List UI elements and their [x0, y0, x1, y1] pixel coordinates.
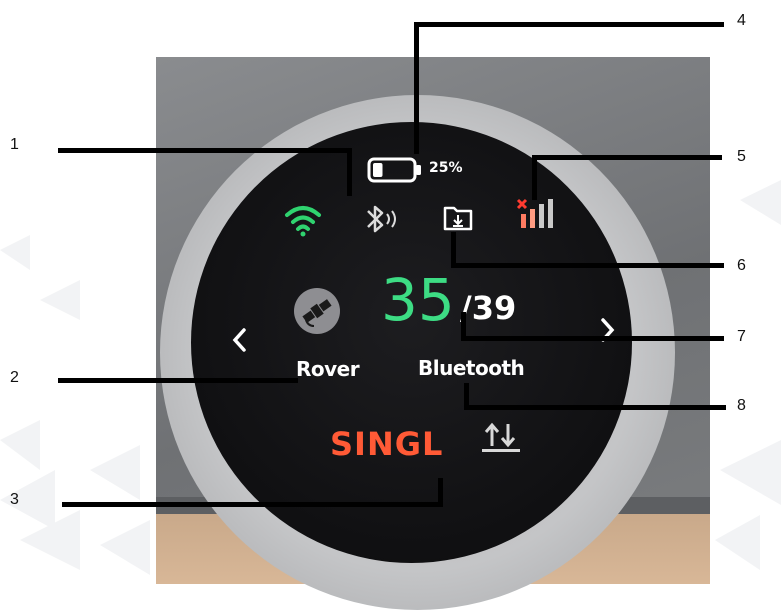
callout-1-label: 1 [10, 136, 19, 153]
satellite-icon [294, 288, 340, 334]
callout-4-vertical-line [414, 22, 419, 154]
callout-3-label: 3 [10, 491, 19, 508]
callout-5-label: 5 [737, 148, 746, 165]
callout-7-label: 7 [737, 328, 746, 345]
callout-2-label: 2 [10, 369, 19, 386]
callout-7-horizontal-line [461, 336, 724, 341]
battery-icon [367, 157, 421, 183]
solution-status: SINGL [330, 425, 444, 463]
callout-1-vertical-line [347, 148, 352, 196]
callout-4-label: 4 [737, 12, 746, 29]
callout-1-horizontal-line [58, 148, 350, 153]
callout-6-vertical-line [451, 232, 456, 266]
connection-label: Bluetooth [418, 356, 525, 380]
callout-4-horizontal-line [414, 22, 724, 27]
wifi-icon [285, 206, 321, 237]
callout-6-horizontal-line [451, 263, 724, 268]
callout-6-label: 6 [737, 257, 746, 274]
up-down-transfer-icon [482, 422, 520, 452]
satellites-used: 35 [381, 266, 455, 334]
download-folder-icon [443, 206, 473, 231]
battery-percentage: 25% [429, 160, 463, 176]
callout-5-horizontal-line [532, 155, 722, 160]
callout-2-line [58, 378, 298, 383]
callout-3-horizontal-line [62, 502, 442, 507]
bluetooth-icon [367, 205, 396, 233]
callout-5-vertical-line [532, 155, 537, 200]
mode-label: Rover [296, 357, 360, 381]
callout-8-label: 8 [737, 397, 746, 414]
callout-8-horizontal-line [464, 405, 726, 410]
satellites-total: /39 [460, 289, 517, 327]
chevron-left-icon [232, 328, 246, 352]
device-display [191, 122, 632, 563]
callout-3-vertical-line [438, 478, 443, 507]
